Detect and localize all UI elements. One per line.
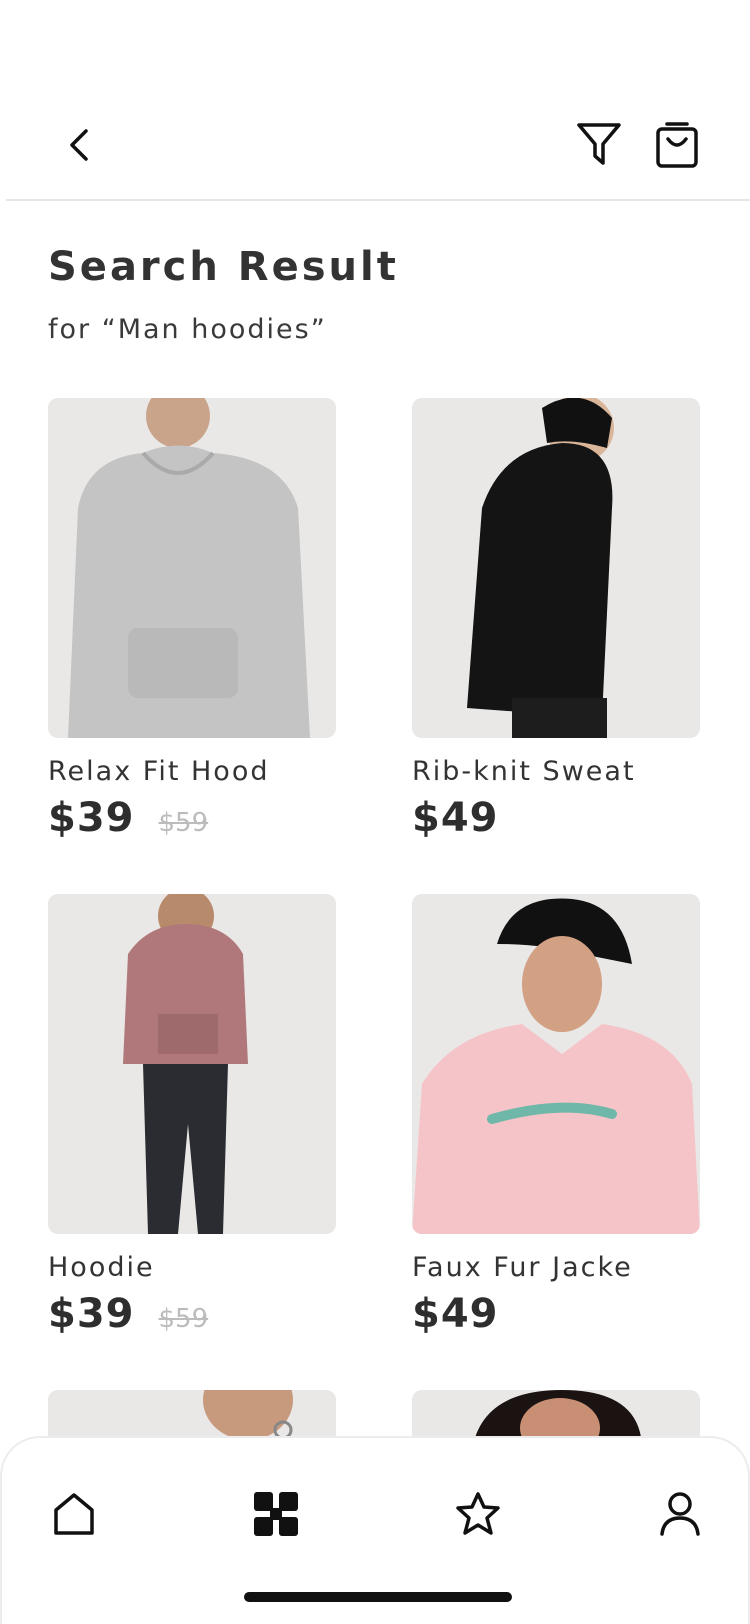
top-bar <box>0 0 750 200</box>
filter-icon <box>577 123 621 165</box>
product-card[interactable]: Faux Fur Jacke $49 <box>412 894 702 1337</box>
page-title: Search Result <box>48 244 399 290</box>
home-icon <box>54 1493 94 1535</box>
cart-button[interactable] <box>652 118 702 172</box>
grid-icon <box>254 1492 298 1536</box>
nav-favorites[interactable] <box>450 1486 506 1542</box>
product-image[interactable] <box>48 894 336 1234</box>
home-indicator <box>244 1592 512 1602</box>
product-original-price: $59 <box>158 808 209 838</box>
nav-profile[interactable] <box>652 1486 708 1542</box>
header-divider <box>6 199 750 201</box>
chevron-left-icon <box>70 129 88 161</box>
product-price: $39 <box>48 795 135 841</box>
product-name: Rib-knit Sweat <box>412 756 636 787</box>
product-original-price: $59 <box>158 1304 209 1334</box>
star-icon <box>456 1492 500 1535</box>
product-name: Hoodie <box>48 1252 155 1283</box>
back-button[interactable] <box>58 120 102 170</box>
product-card[interactable]: Hoodie $39 $59 <box>48 894 338 1337</box>
product-price: $49 <box>412 795 499 841</box>
profile-icon <box>660 1492 700 1536</box>
search-query-subtitle: for “Man hoodies” <box>48 314 327 345</box>
bottom-navigation <box>0 1436 750 1624</box>
product-name: Faux Fur Jacke <box>412 1252 633 1283</box>
filter-button[interactable] <box>574 118 624 170</box>
shopping-bag-icon <box>656 122 698 168</box>
product-price: $49 <box>412 1291 499 1337</box>
nav-home[interactable] <box>46 1486 102 1542</box>
product-card[interactable]: Relax Fit Hood $39 $59 <box>48 398 338 841</box>
product-image[interactable] <box>412 894 700 1234</box>
product-price: $39 <box>48 1291 135 1337</box>
product-name: Relax Fit Hood <box>48 756 270 787</box>
nav-categories[interactable] <box>248 1486 304 1542</box>
product-card[interactable]: Rib-knit Sweat $49 <box>412 398 702 841</box>
product-image[interactable] <box>412 398 700 738</box>
product-image[interactable] <box>48 398 336 738</box>
